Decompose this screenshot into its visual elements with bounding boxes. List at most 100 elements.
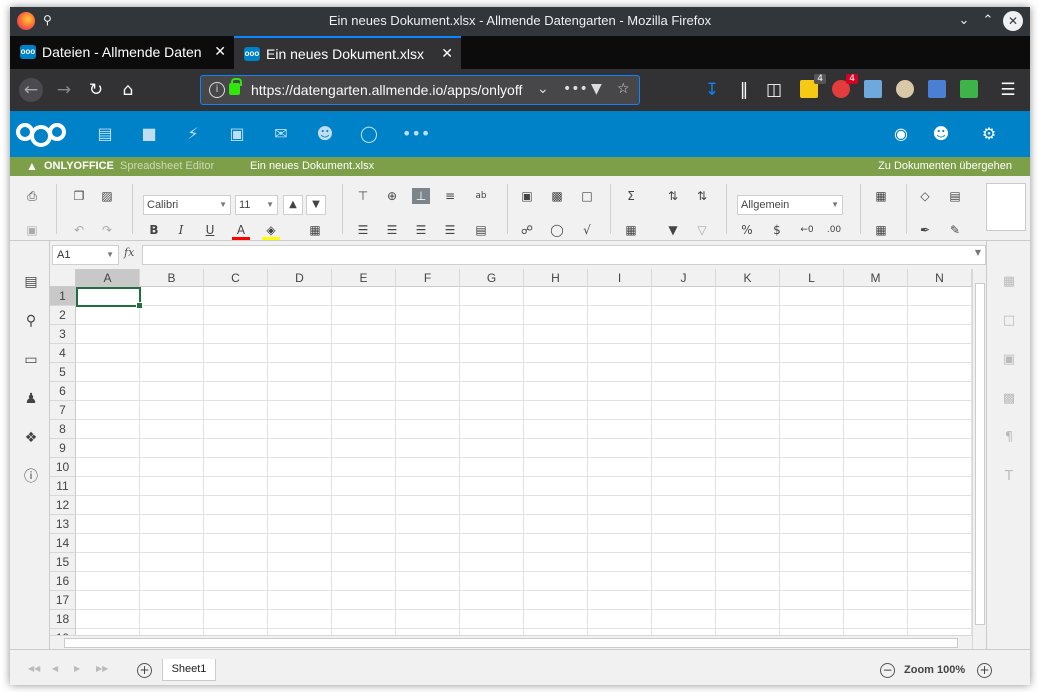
row-header[interactable]: 12 [50,496,76,515]
insert-shape-icon[interactable]: ◯ [548,222,566,238]
row-header[interactable]: 16 [50,572,76,591]
library-icon[interactable]: ‖ [732,78,756,102]
row-header[interactable]: 3 [50,325,76,344]
delete-cells-icon[interactable]: ▦ [872,222,890,238]
shape-settings-icon[interactable]: □ [1001,313,1017,329]
column-header[interactable]: A [76,269,140,287]
first-sheet-icon[interactable]: ◀◀ [28,664,40,673]
chat-user-icon[interactable]: ♟ [22,390,40,408]
chevron-down-icon[interactable]: ⌄ [537,81,549,97]
forward-button[interactable]: → [52,78,76,102]
extension-notes-icon[interactable]: 4 [800,74,826,98]
page-actions-icon[interactable]: ••• [563,81,588,97]
scroll-thumb[interactable] [975,283,985,625]
contacts-app-icon[interactable]: ☻ [314,124,336,144]
url-text[interactable]: https://datengarten.allmende.io/apps/onl… [251,82,522,98]
redo-icon[interactable]: ↷ [98,222,116,238]
minimize-button[interactable]: ⌄ [954,11,974,31]
photos-app-icon[interactable]: ▣ [226,124,248,144]
wrap-text-icon[interactable]: ≡ [441,188,459,204]
insert-function-icon[interactable]: √ [578,222,596,238]
print-icon[interactable]: ⎙ [23,188,41,204]
borders-icon[interactable]: ▦ [306,222,324,238]
font-color-icon[interactable]: A [232,222,250,240]
sum-icon[interactable]: Σ [622,188,640,204]
row-header[interactable]: 7 [50,401,76,420]
last-sheet-icon[interactable]: ▶▶ [96,664,108,673]
contacts-menu-icon[interactable]: ☻ [930,124,952,144]
close-tab-icon[interactable]: ✕ [441,45,453,62]
column-header[interactable]: F [396,269,460,287]
hamburger-menu-icon[interactable]: ☰ [996,78,1020,102]
align-top-icon[interactable]: ⊤ [354,188,372,204]
zoom-in-button[interactable]: + [977,663,992,678]
image-settings-icon[interactable]: ▣ [1001,352,1017,368]
chevron-down-icon[interactable]: ▼ [106,246,114,264]
scroll-thumb[interactable] [64,638,958,648]
column-header[interactable]: I [588,269,652,287]
align-middle-icon[interactable]: ⊕ [383,188,401,204]
column-header[interactable]: K [716,269,780,287]
plugins-icon[interactable]: ❖ [22,429,40,447]
column-header[interactable]: D [268,269,332,287]
table-template-icon[interactable]: ▦ [622,222,640,238]
extension-green-icon[interactable] [960,80,978,98]
bookmark-star-icon[interactable]: ☆ [617,81,630,97]
chart-settings-icon[interactable]: ▩ [1001,391,1017,407]
maximize-button[interactable]: ⌃ [978,11,998,31]
align-bottom-icon[interactable]: ⊥ [412,188,430,204]
nextcloud-logo-icon[interactable] [16,123,66,147]
insert-chart-icon[interactable]: ▩ [548,188,566,204]
extension-alarm-icon[interactable]: 4 [832,74,858,98]
column-header[interactable]: H [524,269,588,287]
formula-input[interactable]: ▼ [142,245,986,265]
extension-cup-icon[interactable] [896,80,914,98]
sort-ascending-icon[interactable]: ⇅ [664,188,682,204]
save-icon[interactable]: ▣ [23,222,41,238]
go-to-documents-link[interactable]: Zu Dokumenten übergehen [878,160,1012,172]
row-header[interactable]: 10 [50,458,76,477]
tab-dateien[interactable]: ooo Dateien - Allmende Datenga ✕ [10,36,234,69]
previous-sheet-icon[interactable]: ◀ [52,664,58,673]
increase-decimal-icon[interactable]: .00 [825,222,843,238]
conditional-format-icon[interactable]: ▤ [946,188,964,204]
column-header[interactable]: C [204,269,268,287]
fill-color-icon[interactable]: ◈ [262,222,280,240]
row-header[interactable]: 5 [50,363,76,382]
column-header[interactable]: N [908,269,972,287]
home-button[interactable]: ⌂ [116,78,140,102]
settings-gear-icon[interactable]: ⚙ [978,124,1000,144]
cell-settings-icon[interactable]: ▦ [1001,274,1017,290]
insert-cells-icon[interactable]: ▦ [872,188,890,204]
number-format-select[interactable]: Allgemein ▼ [737,195,843,215]
sidebar-icon[interactable]: ◫ [762,78,786,102]
files-app-icon[interactable]: ■ [138,124,160,144]
tab-document[interactable]: ooo Ein neues Dokument.xlsx - A ✕ [234,36,461,69]
row-header[interactable]: 18 [50,610,76,629]
activity-app-icon[interactable]: ⚡ [182,124,204,144]
extension-translate-icon[interactable] [928,80,946,98]
file-menu-icon[interactable]: ▤ [22,273,40,291]
row-header[interactable]: 4 [50,344,76,363]
currency-icon[interactable]: $ [768,222,786,238]
column-header[interactable]: B [140,269,204,287]
circles-app-icon[interactable]: ◯ [358,124,380,144]
pocket-icon[interactable]: ▼ [591,81,602,97]
info-icon[interactable]: i [209,82,225,98]
bold-button[interactable]: B [145,222,163,238]
insert-textbox-icon[interactable]: □ [578,188,596,204]
row-header[interactable]: 17 [50,591,76,610]
justify-icon[interactable]: ☰ [441,222,459,238]
about-icon[interactable]: ⓘ [22,468,40,486]
row-header[interactable]: 15 [50,553,76,572]
back-button[interactable]: ← [19,78,43,102]
undo-icon[interactable]: ↶ [70,222,88,238]
dashboard-app-icon[interactable]: ▤ [94,124,116,144]
textart-settings-icon[interactable]: T [1001,469,1017,485]
name-box[interactable]: A1 ▼ [52,245,119,265]
expand-formula-icon[interactable]: ▼ [975,248,981,257]
column-header[interactable]: E [332,269,396,287]
horizontal-scrollbar[interactable] [50,635,972,649]
more-apps-icon[interactable]: ••• [402,124,430,144]
column-header[interactable]: J [652,269,716,287]
